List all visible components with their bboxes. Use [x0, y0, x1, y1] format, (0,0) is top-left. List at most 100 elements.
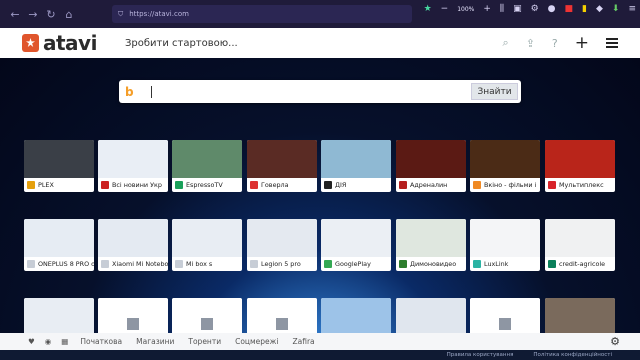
tile-thumbnail	[24, 219, 94, 257]
download-icon[interactable]: ⬇	[612, 4, 620, 14]
extension-icon[interactable]: ●	[548, 4, 556, 14]
extension-icon[interactable]: ▮	[582, 4, 587, 14]
favicon-icon	[250, 181, 258, 189]
bookmark-tile[interactable]: Димоновидео	[396, 219, 466, 271]
tile-label: Mi box s	[186, 260, 213, 268]
reader-icon[interactable]: ▣	[513, 4, 522, 14]
bookmark-tile[interactable]: Всі новини Укр	[98, 140, 168, 192]
tab-shops[interactable]: Магазини	[136, 337, 174, 346]
tile-label: Xiaomi Mi Notebook	[112, 260, 168, 268]
placeholder-icon	[276, 318, 288, 330]
tile-thumbnail	[396, 140, 466, 178]
forward-icon[interactable]: →	[24, 8, 42, 21]
tile-label: EspressoTV	[186, 181, 223, 189]
tile-label-row: Xiaomi Mi Notebook	[98, 257, 168, 271]
extension-icon[interactable]: ◆	[596, 4, 603, 14]
tile-label: GooglePlay	[335, 260, 371, 268]
tile-label-row: Адреналин	[396, 178, 466, 192]
tile-label: Адреналин	[410, 181, 448, 189]
reload-icon[interactable]: ↻	[42, 8, 60, 21]
tile-label-row: credit-agricole	[545, 257, 615, 271]
space-background	[0, 58, 640, 360]
favicon-icon	[175, 181, 183, 189]
bookmark-tile[interactable]: PLEX	[24, 140, 94, 192]
bookmark-tile[interactable]: EspressoTV	[172, 140, 242, 192]
zoom-in-icon[interactable]: +	[483, 4, 491, 14]
settings-icon[interactable]: ⚙	[531, 4, 539, 14]
bookmark-tile[interactable]: Xiaomi Mi Notebook	[98, 219, 168, 271]
bookmark-tile[interactable]: LuxLink	[470, 219, 540, 271]
favicon-icon	[250, 260, 258, 268]
favicon-icon	[101, 181, 109, 189]
bookmark-star-icon[interactable]: ★	[424, 4, 432, 14]
tile-label: ONEPLUS 8 PRO об	[38, 260, 94, 268]
terms-link[interactable]: Правила користування	[447, 352, 514, 358]
bing-icon: b	[125, 84, 134, 99]
bookmark-tile[interactable]: GooglePlay	[321, 219, 391, 271]
bookmark-tile[interactable]: ДІЯ	[321, 140, 391, 192]
privacy-link[interactable]: Політика конфіденційності	[533, 352, 612, 358]
address-bar[interactable]: ⛉ https://atavi.com	[112, 5, 412, 23]
menu-icon[interactable]	[606, 38, 618, 48]
tile-label-row: Мультиплекс	[545, 178, 615, 192]
eye-icon[interactable]: ◉	[45, 337, 52, 346]
heart-icon[interactable]: ♥	[28, 337, 35, 346]
extension-icon[interactable]: ■	[565, 4, 574, 14]
tile-thumbnail	[247, 140, 317, 178]
tile-label-row: ONEPLUS 8 PRO об	[24, 257, 94, 271]
grid-icon[interactable]: ▦	[61, 337, 68, 346]
share-icon[interactable]: ⇪	[526, 37, 535, 50]
tile-label: Димоновидео	[410, 260, 457, 268]
tile-label-row: Вкіно - фільми і	[470, 178, 540, 192]
bookmark-tile[interactable]: credit-agricole	[545, 219, 615, 271]
back-icon[interactable]: ←	[6, 8, 24, 21]
tile-thumbnail	[247, 219, 317, 257]
settings-icon[interactable]: ⚙	[610, 335, 620, 348]
atavi-logo[interactable]: atavi	[22, 31, 97, 55]
bookmark-tile[interactable]: Говерла	[247, 140, 317, 192]
bookmark-tile[interactable]: Адреналин	[396, 140, 466, 192]
tile-label-row: GooglePlay	[321, 257, 391, 271]
favicon-icon	[473, 260, 481, 268]
tile-label-row: Mi box s	[172, 257, 242, 271]
bookmark-tile[interactable]: Вкіно - фільми і	[470, 140, 540, 192]
make-start-link[interactable]: Зробити стартовою...	[125, 38, 238, 49]
tab-torrents[interactable]: Торенти	[188, 337, 221, 346]
bookmark-tile[interactable]: Mi box s	[172, 219, 242, 271]
tile-label-row: Всі новини Укр	[98, 178, 168, 192]
tile-label: Всі новини Укр	[112, 181, 162, 189]
help-icon[interactable]: ?	[552, 37, 558, 50]
search-icon[interactable]: ⌕	[503, 36, 509, 50]
favicon-icon	[27, 181, 35, 189]
tile-thumbnail	[321, 140, 391, 178]
browser-toolbar: ← → ↻ ⌂ ⛉ https://atavi.com ★ − 100% + ⫼…	[0, 0, 640, 28]
library-icon[interactable]: ⫼	[500, 4, 504, 14]
favicon-icon	[175, 260, 183, 268]
tile-label: ДІЯ	[335, 181, 347, 189]
tile-thumbnail	[321, 219, 391, 257]
bookmark-tile[interactable]: Мультиплекс	[545, 140, 615, 192]
text-caret	[151, 85, 152, 98]
groups-bar: ♥ ◉ ▦ Початкова Магазини Торенти Соцмере…	[0, 333, 640, 350]
tile-label-row: EspressoTV	[172, 178, 242, 192]
search-button[interactable]: Знайти	[471, 83, 518, 100]
tab-zafira[interactable]: Zafira	[293, 337, 315, 346]
search-box[interactable]: b Знайти	[119, 80, 521, 103]
favicon-icon	[548, 181, 556, 189]
bookmark-tile[interactable]: ONEPLUS 8 PRO об	[24, 219, 94, 271]
home-icon[interactable]: ⌂	[60, 8, 78, 21]
menu-icon[interactable]: ≡	[628, 4, 636, 14]
tile-label-row: LuxLink	[470, 257, 540, 271]
zoom-level[interactable]: 100%	[457, 6, 474, 13]
tile-thumbnail	[470, 140, 540, 178]
tab-home[interactable]: Початкова	[80, 337, 122, 346]
bookmark-tile[interactable]: Legion 5 pro	[247, 219, 317, 271]
tab-social[interactable]: Соцмережі	[235, 337, 278, 346]
favicon-icon	[101, 260, 109, 268]
zoom-out-icon[interactable]: −	[441, 4, 449, 14]
add-bookmark-icon[interactable]: +	[575, 35, 589, 52]
tile-label: Вкіно - фільми і	[484, 181, 537, 189]
footer-links: Правила користування Політика конфіденці…	[0, 350, 640, 360]
placeholder-icon	[499, 318, 511, 330]
url-text: https://atavi.com	[129, 10, 189, 18]
